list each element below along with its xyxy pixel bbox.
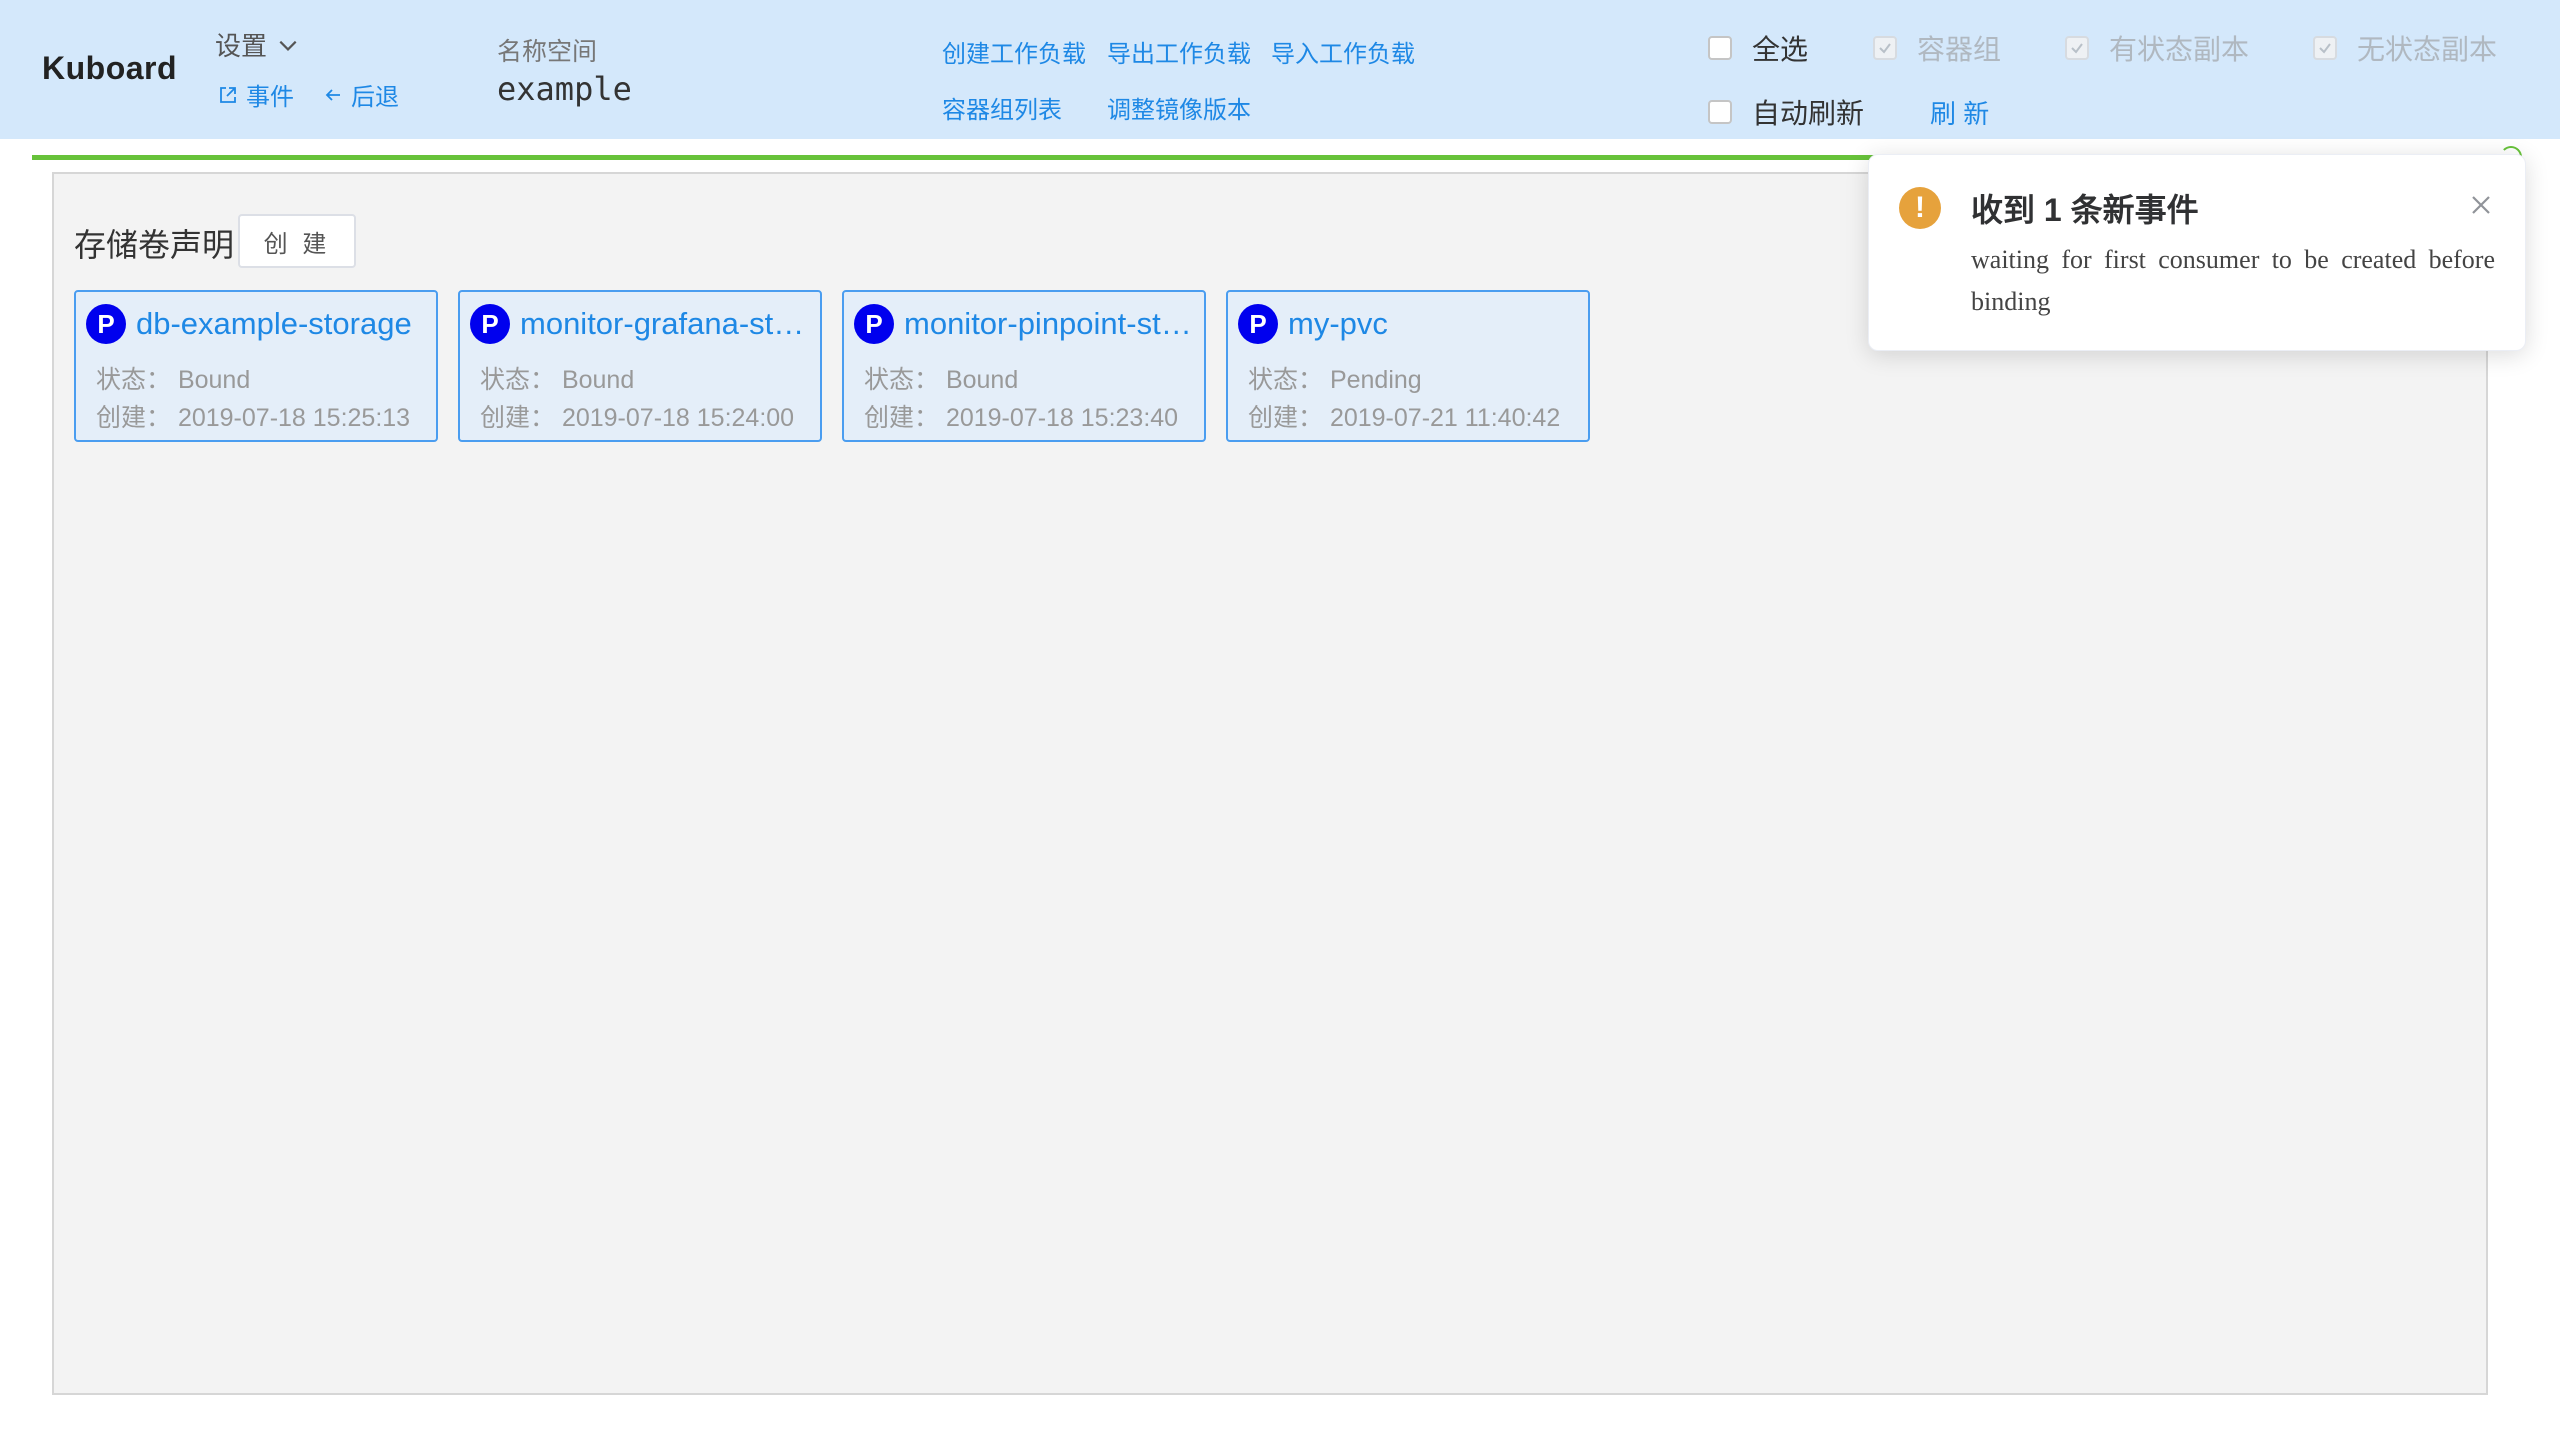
events-link[interactable]: 事件 (218, 77, 294, 112)
pvc-status: 状态： Bound (96, 366, 251, 394)
statefulset-filter-checkbox[interactable]: 有状态副本 (2065, 28, 2249, 68)
app-logo[interactable]: Kuboard (42, 50, 177, 87)
pvc-card[interactable]: P monitor-grafana-storage 状态： Bound 创建： … (458, 290, 822, 442)
adjust-image-link[interactable]: 调整镜像版本 (1107, 90, 1251, 125)
pvc-created: 创建： 2019-07-18 15:25:13 (96, 404, 411, 432)
import-workload-link[interactable]: 导入工作负载 (1271, 34, 1415, 69)
pod-list-link[interactable]: 容器组列表 (942, 90, 1062, 125)
export-workload-link[interactable]: 导出工作负载 (1107, 34, 1251, 69)
top-header: Kuboard 设置 事件 后退 名称空间 example 创建工作负载 导出工… (0, 0, 2560, 139)
pvc-status: 状态： Bound (480, 366, 635, 394)
event-notification: ! 收到 1 条新事件 waiting for first consumer t… (1868, 154, 2526, 351)
check-icon (1879, 43, 1891, 54)
pvc-created: 创建： 2019-07-18 15:23:40 (864, 404, 1179, 432)
namespace-value: example (497, 70, 632, 108)
auto-refresh-label: 自动刷新 (1752, 98, 1865, 129)
create-pvc-button[interactable]: 创 建 (238, 214, 356, 268)
stateless-filter-checkbox[interactable]: 无状态副本 (2313, 28, 2497, 68)
statefulset-filter-label: 有状态副本 (2109, 34, 2250, 65)
pvc-name[interactable]: db-example-storage (136, 306, 412, 342)
section-title: 存储卷声明 (74, 227, 235, 263)
chevron-down-icon (279, 40, 297, 51)
pvc-type-icon: P (854, 304, 894, 344)
checkbox-box[interactable] (1708, 100, 1732, 124)
checkbox-box[interactable] (2313, 36, 2337, 60)
close-icon[interactable] (2467, 191, 2495, 219)
namespace-label: 名称空间 (497, 38, 598, 66)
stateless-filter-label: 无状态副本 (2357, 34, 2498, 65)
pvc-name[interactable]: my-pvc (1288, 306, 1388, 342)
back-label: 后退 (351, 84, 399, 111)
select-all-checkbox[interactable]: 全选 (1708, 28, 1808, 68)
create-workload-link[interactable]: 创建工作负载 (942, 34, 1086, 69)
settings-dropdown[interactable]: 设置 (215, 26, 299, 63)
pvc-card[interactable]: P my-pvc 状态： Pending 创建： 2019-07-21 11:4… (1226, 290, 1590, 442)
settings-label: 设置 (215, 31, 268, 61)
pvc-created: 创建： 2019-07-18 15:24:00 (480, 404, 795, 432)
checkbox-box[interactable] (1708, 36, 1732, 60)
select-all-label: 全选 (1752, 34, 1809, 65)
notification-title: 收到 1 条新事件 (1971, 192, 2199, 228)
pvc-card[interactable]: P monitor-pinpoint-storage 状态： Bound 创建：… (842, 290, 1206, 442)
check-icon (2319, 43, 2331, 54)
pods-filter-label: 容器组 (1917, 34, 2002, 65)
arrow-left-icon (325, 88, 340, 101)
loading-progress-bar (32, 155, 1882, 160)
external-link-icon (220, 86, 236, 103)
pvc-type-icon: P (86, 304, 126, 344)
pvc-created: 创建： 2019-07-21 11:40:42 (1248, 404, 1561, 432)
pvc-type-icon: P (470, 304, 510, 344)
pvc-status: 状态： Pending (1248, 366, 1422, 394)
checkbox-box[interactable] (1873, 36, 1897, 60)
pvc-status: 状态： Bound (864, 366, 1019, 394)
events-label: 事件 (246, 84, 294, 111)
checkbox-box[interactable] (2065, 36, 2089, 60)
pvc-card[interactable]: P db-example-storage 状态： Bound 创建： 2019-… (74, 290, 438, 442)
refresh-link[interactable]: 刷 新 (1930, 94, 1989, 131)
warning-icon: ! (1899, 187, 1941, 229)
pvc-name[interactable]: monitor-pinpoint-storage (904, 306, 1194, 342)
pods-filter-checkbox[interactable]: 容器组 (1873, 28, 2001, 68)
back-link[interactable]: 后退 (323, 77, 399, 112)
check-icon (2071, 43, 2083, 54)
auto-refresh-checkbox[interactable]: 自动刷新 (1708, 92, 1864, 132)
notification-message: waiting for first consumer to be created… (1971, 245, 2495, 316)
pvc-name[interactable]: monitor-grafana-storage (520, 306, 810, 342)
pvc-type-icon: P (1238, 304, 1278, 344)
